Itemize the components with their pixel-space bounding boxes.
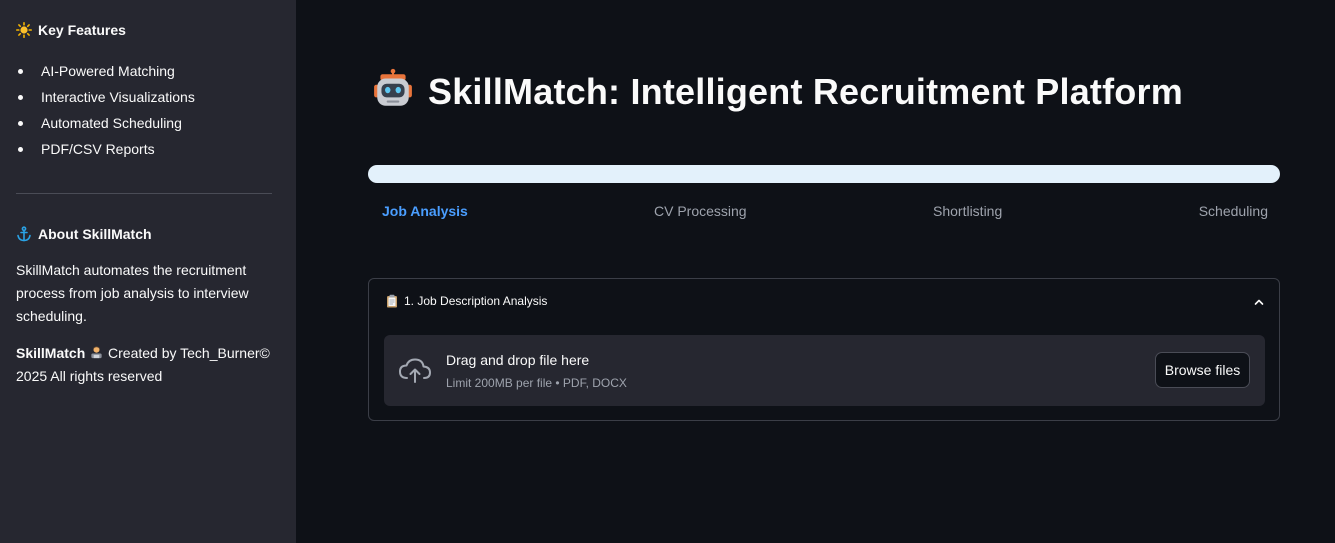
robot-icon — [372, 68, 414, 115]
progress-bar — [368, 165, 1280, 183]
clipboard-icon — [385, 294, 399, 308]
expander-header[interactable]: 1. Job Description Analysis — [385, 292, 1265, 310]
about-text: SkillMatch automates the recruitment pro… — [16, 262, 249, 324]
main-content: SkillMatch: Intelligent Recruitment Plat… — [296, 0, 1335, 543]
feature-item: PDF/CSV Reports — [16, 136, 276, 162]
page-title: SkillMatch: Intelligent Recruitment Plat… — [428, 70, 1183, 112]
about-heading: About SkillMatch — [16, 226, 276, 242]
cloud-upload-icon — [398, 357, 432, 385]
step-scheduling[interactable]: Scheduling — [1199, 203, 1268, 219]
expander-title: 1. Job Description Analysis — [404, 294, 548, 308]
chevron-up-icon[interactable] — [1253, 295, 1265, 307]
sidebar: Key Features AI-Powered Matching Interac… — [0, 0, 296, 543]
app-root: Key Features AI-Powered Matching Interac… — [0, 0, 1335, 543]
about-label: About SkillMatch — [38, 226, 152, 242]
credit-brand: SkillMatch — [16, 345, 86, 361]
credit-line: SkillMatch Created by Tech_Burner© 2025 … — [16, 342, 276, 388]
step-job-analysis[interactable]: Job Analysis — [382, 203, 468, 219]
anchor-icon — [16, 226, 32, 242]
dropzone-limits: Limit 200MB per file • PDF, DOCX — [446, 376, 627, 390]
feature-list: AI-Powered Matching Interactive Visualiz… — [16, 58, 276, 162]
key-features-heading: Key Features — [16, 22, 276, 38]
key-features-label: Key Features — [38, 22, 126, 38]
step-cv-processing[interactable]: CV Processing — [654, 203, 747, 219]
page-header: SkillMatch: Intelligent Recruitment Plat… — [372, 68, 1183, 115]
step-shortlisting[interactable]: Shortlisting — [933, 203, 1002, 219]
technologist-icon — [89, 345, 108, 361]
browse-files-button[interactable]: Browse files — [1155, 352, 1250, 388]
feature-item: Automated Scheduling — [16, 110, 276, 136]
feature-item: AI-Powered Matching — [16, 58, 276, 84]
dropzone-instructions: Drag and drop file here — [446, 352, 590, 368]
sun-icon — [16, 22, 32, 38]
file-dropzone[interactable]: Drag and drop file here Limit 200MB per … — [384, 335, 1265, 406]
job-description-expander: 1. Job Description Analysis Drag and dro… — [368, 278, 1280, 421]
step-navigation: Job Analysis CV Processing Shortlisting … — [368, 203, 1280, 223]
feature-item: Interactive Visualizations — [16, 84, 276, 110]
sidebar-divider — [16, 193, 272, 194]
